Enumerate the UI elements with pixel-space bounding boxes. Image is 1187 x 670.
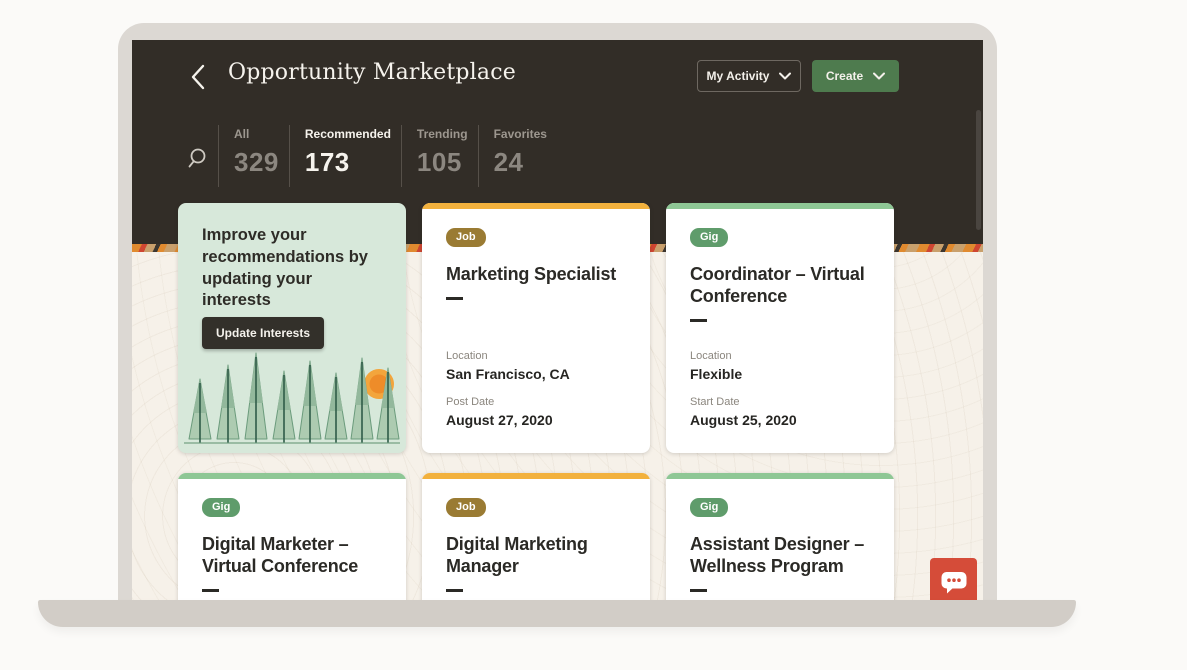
page-title: Opportunity Marketplace	[228, 60, 516, 85]
field-label: Post Date	[446, 395, 570, 409]
title-underline	[690, 319, 707, 322]
chat-bubble-icon	[940, 569, 968, 595]
opportunity-title: Assistant Designer – Wellness Program	[690, 534, 870, 578]
field-value: August 27, 2020	[446, 411, 570, 429]
title-underline	[446, 297, 463, 300]
pine-trees-sun-illustration	[178, 203, 406, 453]
title-underline	[690, 589, 707, 592]
scrollbar-thumb[interactable]	[976, 110, 981, 230]
create-button[interactable]: Create	[812, 60, 899, 92]
chat-launcher-button[interactable]	[930, 558, 977, 600]
field-label: Start Date	[690, 395, 797, 409]
opportunity-title: Marketing Specialist	[446, 264, 626, 286]
type-badge: Gig	[202, 498, 240, 517]
tab-label: Trending	[417, 127, 468, 141]
search-button[interactable]	[188, 147, 212, 187]
update-interests-card: Improve your recommendations by updating…	[178, 203, 406, 453]
create-label: Create	[826, 69, 863, 83]
tab-all[interactable]: All 329	[218, 125, 289, 187]
search-icon	[188, 147, 210, 171]
tab-trending[interactable]: Trending 105	[401, 125, 478, 187]
opportunity-card[interactable]: Gig Digital Marketer – Virtual Conferenc…	[178, 473, 406, 600]
tab-recommended[interactable]: Recommended 173	[289, 125, 401, 187]
filter-tabs: All 329 Recommended 173 Trending 105 Fav…	[188, 125, 557, 187]
tab-count: 24	[494, 148, 547, 176]
tab-count: 105	[417, 148, 468, 176]
tab-count: 329	[234, 148, 279, 176]
opportunity-card[interactable]: Gig Coordinator – Virtual Conference Loc…	[666, 203, 894, 453]
my-activity-dropdown[interactable]: My Activity	[697, 60, 801, 92]
tab-label: Recommended	[305, 127, 391, 141]
chevron-left-icon	[188, 63, 210, 91]
opportunity-card[interactable]: Gig Assistant Designer – Wellness Progra…	[666, 473, 894, 600]
chevron-down-icon	[779, 72, 791, 80]
field-value: Flexible	[690, 365, 797, 383]
opportunity-title: Digital Marketer – Virtual Conference	[202, 534, 382, 578]
tab-label: Favorites	[494, 127, 547, 141]
card-fields: Location San Francisco, CA Post Date Aug…	[446, 349, 570, 429]
field-label: Location	[690, 349, 797, 363]
type-badge: Gig	[690, 498, 728, 517]
header-actions: My Activity Create	[697, 60, 899, 92]
field-label: Location	[446, 349, 570, 363]
tab-label: All	[234, 127, 279, 141]
my-activity-label: My Activity	[707, 69, 770, 83]
opportunity-card[interactable]: Job Digital Marketing Manager	[422, 473, 650, 600]
type-badge: Job	[446, 498, 486, 517]
laptop-base	[38, 600, 1076, 627]
type-badge: Job	[446, 228, 486, 247]
opportunity-title: Digital Marketing Manager	[446, 534, 626, 578]
field-value: San Francisco, CA	[446, 365, 570, 383]
app-screen: Opportunity Marketplace My Activity Crea…	[132, 40, 983, 600]
laptop-mockup: Opportunity Marketplace My Activity Crea…	[0, 0, 1187, 670]
opportunity-title: Coordinator – Virtual Conference	[690, 264, 870, 308]
cards-row-2: Gig Digital Marketer – Virtual Conferenc…	[178, 473, 894, 600]
type-badge: Gig	[690, 228, 728, 247]
title-underline	[446, 589, 463, 592]
chevron-down-icon	[873, 72, 885, 80]
card-fields: Location Flexible Start Date August 25, …	[690, 349, 797, 429]
cards-row-1: Improve your recommendations by updating…	[178, 203, 894, 453]
field-value: August 25, 2020	[690, 411, 797, 429]
title-underline	[202, 589, 219, 592]
back-button[interactable]	[188, 63, 210, 91]
tab-favorites[interactable]: Favorites 24	[478, 125, 557, 187]
opportunity-card[interactable]: Job Marketing Specialist Location San Fr…	[422, 203, 650, 453]
tab-count: 173	[305, 148, 391, 176]
